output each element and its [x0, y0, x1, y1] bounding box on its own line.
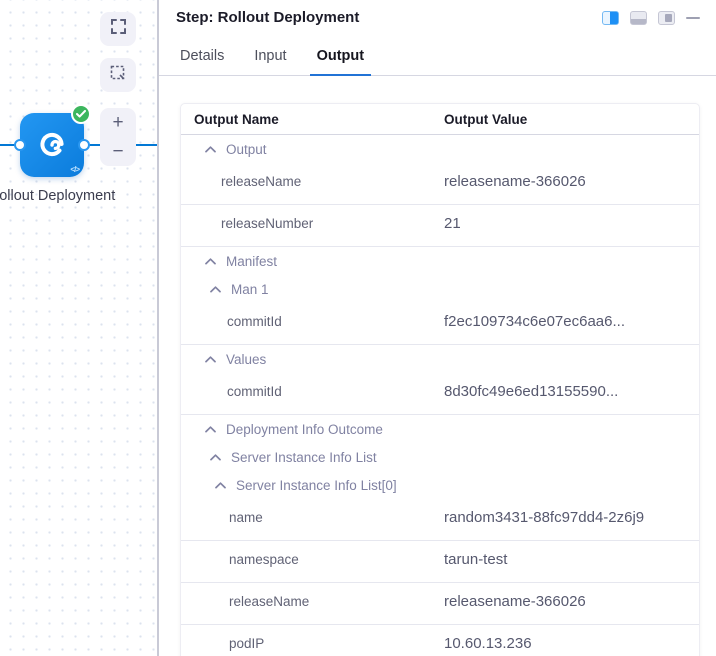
- chevron-up-icon[interactable]: [181, 146, 216, 153]
- output-value: tarun-test: [444, 547, 699, 573]
- group-label: Output: [226, 142, 267, 157]
- minimize-icon[interactable]: [686, 17, 700, 20]
- output-value: 8d30fc49e6ed13155590...: [444, 379, 699, 405]
- output-name: commitId: [181, 313, 444, 329]
- pipeline-canvas[interactable]: + − </> Rollout Deployment: [0, 0, 158, 656]
- output-value: releasename-366026: [444, 169, 699, 195]
- output-value: random3431-88fc97dd4-2z6j9: [444, 505, 699, 531]
- chevron-up-icon[interactable]: [181, 258, 216, 265]
- output-value: releasename-366026: [444, 589, 699, 615]
- panel-title: Step: Rollout Deployment: [176, 9, 359, 26]
- output-value: 10.60.13.236: [444, 631, 699, 656]
- step-detail-panel: Step: Rollout Deployment Details Input O…: [159, 0, 716, 656]
- output-value: 21: [444, 211, 699, 237]
- success-badge: [71, 104, 91, 124]
- check-icon: [76, 105, 86, 123]
- layout-right-panel-icon[interactable]: [602, 11, 619, 25]
- output-name: releaseName: [181, 173, 444, 189]
- column-header-output-value: Output Value: [444, 112, 699, 127]
- group-label: Server Instance Info List: [231, 450, 377, 465]
- group-row: Values: [181, 345, 699, 373]
- output-row: name random3431-88fc97dd4-2z6j9: [181, 499, 699, 541]
- group-label: Manifest: [226, 254, 277, 269]
- node-port-right[interactable]: [78, 139, 90, 151]
- tab-output[interactable]: Output: [317, 40, 365, 75]
- chevron-up-icon[interactable]: [181, 426, 216, 433]
- output-name: releaseNumber: [181, 215, 444, 231]
- chevron-up-icon[interactable]: [181, 286, 221, 293]
- zoom-control: + −: [100, 108, 136, 166]
- output-name: releaseName: [181, 593, 444, 609]
- rollout-spiral-icon: [36, 129, 68, 161]
- column-header-output-name: Output Name: [181, 112, 444, 127]
- output-table: Output Name Output Value Output releaseN…: [180, 103, 700, 656]
- layout-floating-panel-icon[interactable]: [658, 11, 675, 25]
- group-label: Man 1: [231, 282, 269, 297]
- output-row: commitId 8d30fc49e6ed13155590...: [181, 373, 699, 415]
- tab-bar: Details Input Output: [159, 40, 716, 76]
- zoom-out-button[interactable]: −: [100, 137, 136, 166]
- group-row: Deployment Info Outcome: [181, 415, 699, 443]
- marquee-select-button[interactable]: [100, 58, 136, 92]
- output-name: namespace: [181, 551, 444, 567]
- node-port-left[interactable]: [14, 139, 26, 151]
- output-row: releaseName releasename-366026: [181, 583, 699, 625]
- group-row: Man 1: [181, 275, 699, 303]
- output-name: name: [181, 509, 444, 525]
- chevron-up-icon[interactable]: [181, 482, 226, 489]
- output-name: commitId: [181, 383, 444, 399]
- table-body: Output releaseName releasename-366026 re…: [181, 135, 699, 656]
- fullscreen-icon: [111, 19, 126, 39]
- output-value: f2ec109734c6e07ec6aa6...: [444, 309, 699, 335]
- output-name: podIP: [181, 635, 444, 651]
- output-row: podIP 10.60.13.236: [181, 625, 699, 656]
- tab-content-output: Output Name Output Value Output releaseN…: [159, 77, 716, 656]
- panel-layout-controls: [602, 11, 700, 25]
- output-row: namespace tarun-test: [181, 541, 699, 583]
- app-window: + − </> Rollout Deployment: [0, 0, 716, 656]
- group-label: Deployment Info Outcome: [226, 422, 383, 437]
- node-label: Rollout Deployment: [0, 186, 118, 207]
- output-row: commitId f2ec109734c6e07ec6aa6...: [181, 303, 699, 345]
- step-node-rollout-deployment[interactable]: </>: [20, 113, 84, 177]
- zoom-in-button[interactable]: +: [100, 108, 136, 137]
- chevron-up-icon[interactable]: [181, 356, 216, 363]
- code-icon: </>: [70, 165, 79, 174]
- table-header: Output Name Output Value: [181, 104, 699, 135]
- group-row: Manifest: [181, 247, 699, 275]
- chevron-up-icon[interactable]: [181, 454, 221, 461]
- group-row: Server Instance Info List[0]: [181, 471, 699, 499]
- group-label: Values: [226, 352, 266, 367]
- layout-bottom-panel-icon[interactable]: [630, 11, 647, 25]
- tab-details[interactable]: Details: [180, 40, 224, 75]
- output-row: releaseNumber 21: [181, 205, 699, 247]
- output-row: releaseName releasename-366026: [181, 163, 699, 205]
- fullscreen-button[interactable]: [100, 12, 136, 46]
- tab-input[interactable]: Input: [254, 40, 286, 75]
- group-row: Output: [181, 135, 699, 163]
- group-row: Server Instance Info List: [181, 443, 699, 471]
- panel-header: Step: Rollout Deployment: [159, 0, 716, 40]
- group-label: Server Instance Info List[0]: [236, 478, 397, 493]
- marquee-select-icon: [110, 65, 126, 86]
